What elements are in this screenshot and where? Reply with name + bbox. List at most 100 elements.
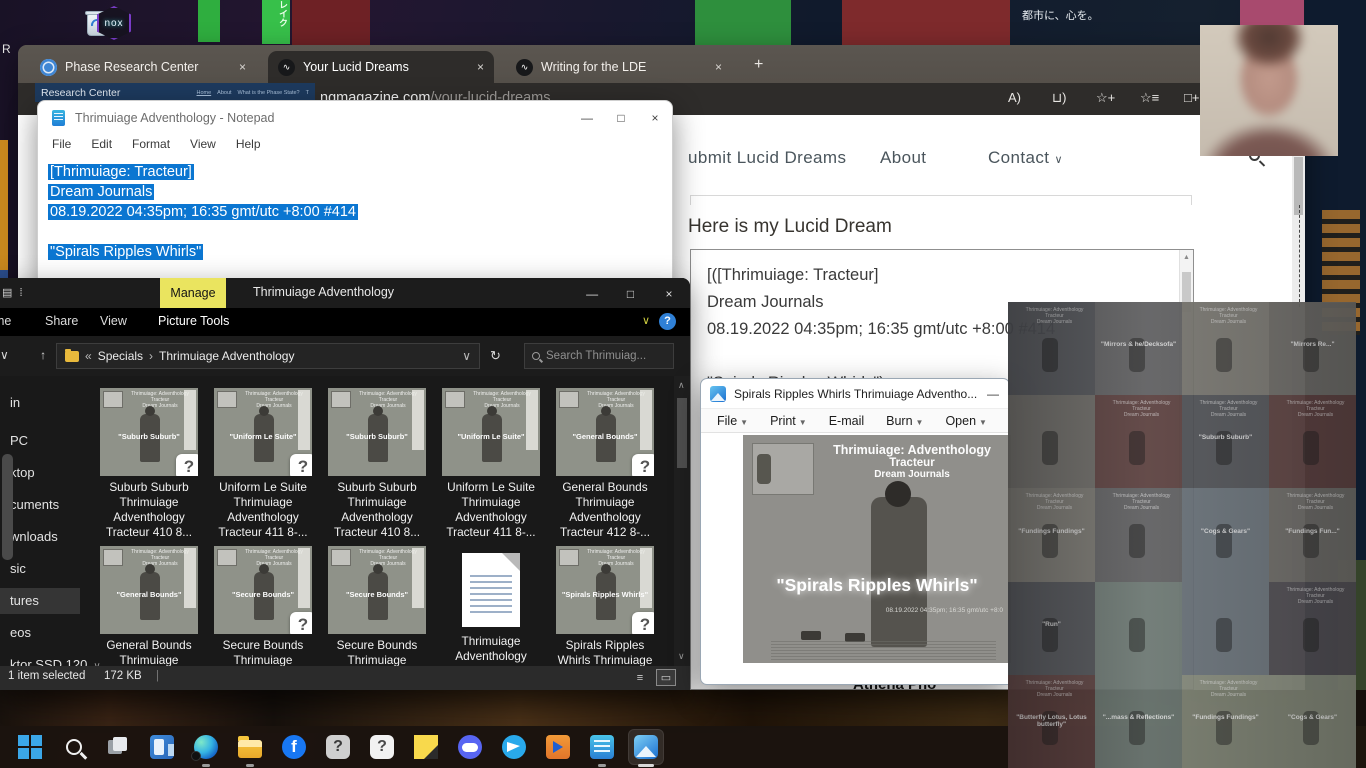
viewer-menu-print[interactable]: Print▼	[770, 414, 807, 428]
file-item[interactable]: Thrimuiage: AdventhologyTracteurDream Jo…	[92, 546, 206, 683]
ribbon-tab-picture-tools[interactable]: Picture Tools	[158, 314, 229, 328]
nav-submit-lucid-dreams[interactable]: ubmit Lucid Dreams	[688, 148, 846, 168]
taskbar-discord-button[interactable]	[452, 729, 488, 765]
help-icon[interactable]: ?	[659, 313, 676, 330]
notepad-window: Thrimuiage Adventhology - Notepad — □ × …	[37, 100, 673, 292]
address-breadcrumb[interactable]: « Specials › Thrimuiage Adventhology ∨	[56, 343, 480, 369]
viewer-menu-open[interactable]: Open▼	[945, 414, 987, 428]
grid-scrollbar[interactable]: ∧ ∨	[674, 376, 690, 666]
breadcrumb-specials[interactable]: Specials	[98, 349, 143, 363]
immersive-reader-icon[interactable]: ⊔)	[1052, 90, 1066, 106]
phase-link-4[interactable]: T	[306, 90, 309, 96]
file-item[interactable]: Thrimuiage: AdventhologyTracteurDream Jo…	[206, 388, 320, 540]
collections-icon[interactable]: □+	[1184, 90, 1199, 105]
tab-close-icon[interactable]: ×	[239, 60, 246, 74]
viewer-title-bar[interactable]: Spirals Ripples Whirls Thrimuiage Advent…	[701, 379, 1009, 408]
sidebar-item-eos[interactable]: eos	[0, 620, 80, 646]
viewer-menu-file[interactable]: File▼	[717, 414, 748, 428]
ribbon-collapse-icon[interactable]: ∨	[642, 314, 650, 327]
scroll-up-icon[interactable]: ▲	[1183, 254, 1190, 261]
tab-close-icon[interactable]: ×	[715, 60, 722, 74]
wallpaper-green-sign-3	[695, 0, 791, 45]
ribbon-tab-manage[interactable]: Manage	[160, 278, 226, 308]
ribbon-tab-view[interactable]: View	[100, 314, 127, 328]
minimize-button[interactable]: —	[575, 287, 609, 301]
browser-tab-3[interactable]: Writing for the LDE×	[506, 51, 732, 83]
file-item[interactable]: Thrimuiage: AdventhologyTracteurDream Jo…	[320, 388, 434, 540]
sidebar-item-sic[interactable]: sic	[0, 556, 80, 582]
file-item[interactable]: Thrimuiage: AdventhologyTracteurDream Jo…	[548, 388, 662, 540]
notepad-menu-help[interactable]: Help	[236, 137, 261, 151]
taskbar-start-button[interactable]	[12, 729, 48, 765]
scroll-thumb[interactable]	[677, 398, 687, 468]
browser-tab-2[interactable]: Your Lucid Dreams×	[268, 51, 494, 83]
new-tab-button[interactable]: +	[754, 56, 763, 74]
browser-tab-1[interactable]: Phase Research Center×	[30, 51, 256, 83]
address-dropdown-icon[interactable]: ∨	[462, 349, 471, 363]
nav-arrows[interactable]: ∨ ↑	[0, 348, 60, 362]
file-item[interactable]: Thrimuiage: AdventhologyTracteurDream Jo…	[434, 388, 548, 540]
taskbar-notepadapp-button[interactable]	[584, 729, 620, 765]
sidebar-scrollbar[interactable]	[2, 454, 13, 560]
breadcrumb-current[interactable]: Thrimuiage Adventhology	[159, 349, 294, 363]
refresh-icon[interactable]: ↻	[490, 348, 501, 364]
explorer-search-box[interactable]: Search Thrimuiag...	[524, 343, 674, 369]
taskbar-notes-button[interactable]	[408, 729, 444, 765]
taskbar-search-button[interactable]	[56, 729, 92, 765]
quick-access-toolbar-icon[interactable]: ▤ ⁞	[2, 286, 25, 299]
minimize-button[interactable]: —	[570, 111, 604, 125]
edge-badge	[191, 751, 201, 761]
minimize-button[interactable]: —	[987, 387, 999, 401]
explorer-title-bar[interactable]: ▤ ⁞ Manage Thrimuiage Adventhology — □ ×	[0, 278, 690, 308]
collage-tile: "Run"	[1008, 582, 1095, 675]
details-view-button[interactable]: ≡	[630, 669, 650, 686]
phase-link-2[interactable]: About	[217, 90, 231, 96]
viewer-menu-email[interactable]: E-mail	[829, 414, 864, 428]
taskbar-widgets-button[interactable]	[144, 729, 180, 765]
notepad-menu-edit[interactable]: Edit	[91, 137, 112, 151]
close-button[interactable]: ×	[652, 287, 686, 301]
scroll-up-icon[interactable]: ∧	[678, 380, 685, 391]
tab-close-icon[interactable]: ×	[477, 60, 484, 74]
taskbar-edge-button[interactable]	[188, 729, 224, 765]
explorer-icon	[238, 740, 262, 758]
file-item[interactable]: Thrimuiage: AdventhologyTracteurDream Jo…	[548, 546, 662, 668]
thumbnail-view-button[interactable]: ▭	[656, 669, 676, 686]
notepad-menu-view[interactable]: View	[190, 137, 216, 151]
sidebar-item-in[interactable]: in	[0, 390, 80, 416]
sidebar-item-tures[interactable]: tures	[0, 588, 80, 614]
file-item[interactable]: Thrimuiage: AdventhologyTracteurDream Jo…	[92, 388, 206, 540]
scroll-down-icon[interactable]: ∨	[678, 651, 685, 662]
close-button[interactable]: ×	[638, 111, 672, 125]
notepad-text-area[interactable]: [Thrimuiage: Tracteur]Dream Journals08.1…	[38, 156, 672, 262]
ribbon-tab-home[interactable]: me	[0, 314, 11, 328]
viewer-menu-burn[interactable]: Burn▼	[886, 414, 923, 428]
taskbar-spiral-button[interactable]: ?	[320, 729, 356, 765]
favorites-icon[interactable]: ☆≡	[1140, 90, 1159, 106]
taskbar-telegram-button[interactable]	[496, 729, 532, 765]
sidebar-item-pc[interactable]: PC	[0, 428, 80, 454]
notepad-menu-format[interactable]: Format	[132, 137, 170, 151]
phase-link-1[interactable]: Home	[197, 90, 212, 96]
notepad-menu-file[interactable]: File	[52, 137, 71, 151]
read-aloud-icon[interactable]: A)	[1008, 90, 1021, 105]
phase-link-3[interactable]: What is the Phase State?	[238, 90, 300, 96]
thumb-sidebar	[298, 390, 310, 450]
file-item[interactable]: Thrimuiage: AdventhologyTracteurDream Jo…	[320, 546, 434, 683]
explorer-title: Thrimuiage Adventhology	[253, 285, 394, 299]
nav-contact[interactable]: Contact ∨	[988, 148, 1063, 168]
ribbon-tab-share[interactable]: Share	[45, 314, 78, 328]
taskbar-facebook-button[interactable]: f	[276, 729, 312, 765]
notepad-title-bar[interactable]: Thrimuiage Adventhology - Notepad — □ ×	[38, 101, 672, 134]
maximize-button[interactable]: □	[614, 287, 648, 301]
taskbar-qspiral-button[interactable]: ?	[364, 729, 400, 765]
file-item[interactable]: Thrimuiage Adventhology	[434, 546, 548, 664]
add-favorite-icon[interactable]: ☆+	[1096, 90, 1115, 106]
maximize-button[interactable]: □	[604, 111, 638, 125]
taskbar-photos-button[interactable]	[628, 729, 664, 765]
taskbar-taskview-button[interactable]	[100, 729, 136, 765]
nav-about[interactable]: About	[880, 148, 926, 168]
taskbar-media-button[interactable]	[540, 729, 576, 765]
taskbar-explorer-button[interactable]	[232, 729, 268, 765]
file-item[interactable]: Thrimuiage: AdventhologyTracteurDream Jo…	[206, 546, 320, 683]
